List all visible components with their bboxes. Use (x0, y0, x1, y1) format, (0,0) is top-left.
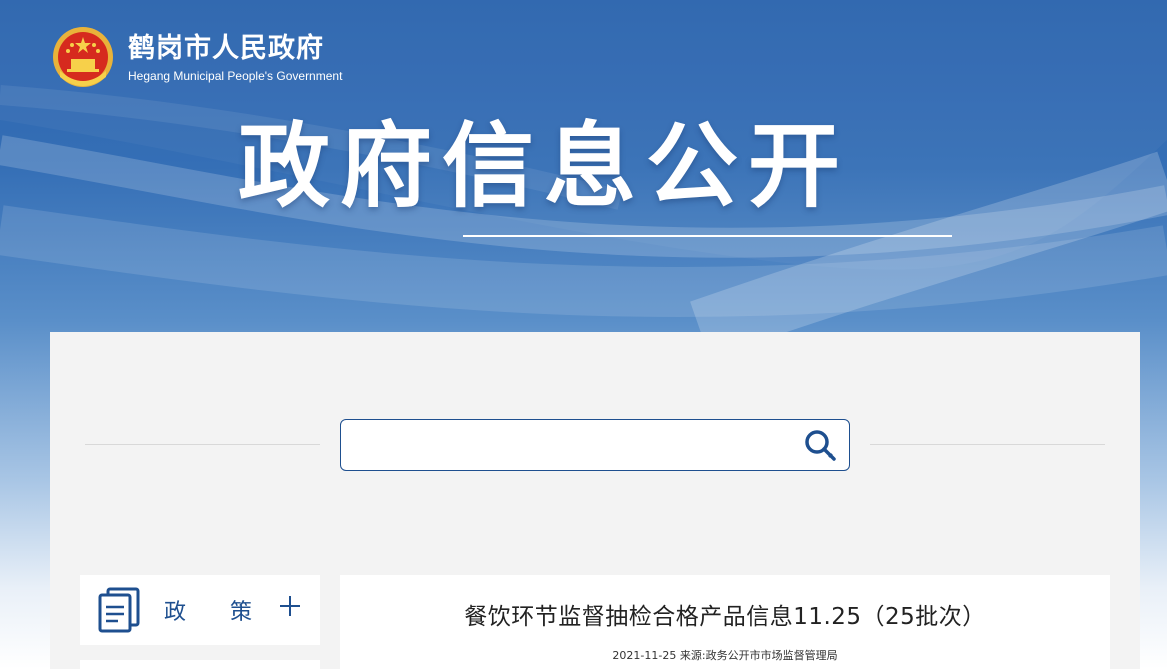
article-source-label: 来源: (679, 649, 706, 662)
search-button[interactable] (803, 428, 839, 464)
document-icon (98, 587, 140, 633)
site-name-cn: 鹤岗市人民政府 (128, 33, 324, 64)
search-divider-right (870, 444, 1105, 445)
sidebar-item-label: 政策 (164, 600, 297, 625)
sidebar-item[interactable] (80, 660, 320, 669)
plus-icon[interactable] (280, 596, 300, 616)
article-meta: 2021-11-25 来源:政务公开市市场监督管理局 (340, 647, 1110, 663)
banner-title: 政府信息公开 (238, 113, 851, 220)
article-title: 餐饮环节监督抽检合格产品信息11.25（25批次） (464, 604, 986, 630)
search-icon (805, 430, 836, 461)
article-panel: 餐饮环节监督抽检合格产品信息11.25（25批次） 2021-11-25 来源:… (340, 575, 1110, 669)
article-date: 2021-11-25 (612, 649, 677, 662)
article-source: 政务公开市市场监督管理局 (705, 649, 838, 662)
sidebar-item-policy[interactable]: 政策 (80, 575, 320, 645)
site-name-en: Hegang Municipal People's Government (128, 69, 343, 83)
search-input[interactable] (355, 420, 795, 470)
banner-underline (463, 235, 952, 237)
search-divider-left (85, 444, 320, 445)
main-content: 政策 餐饮环节监督抽检合格产品信息11.25（25批次） 2021-11-25 … (50, 332, 1140, 669)
national-emblem-icon (53, 27, 113, 87)
search-bar (340, 419, 850, 471)
site-logo[interactable]: 鹤岗市人民政府 Hegang Municipal People's Govern… (52, 25, 342, 91)
